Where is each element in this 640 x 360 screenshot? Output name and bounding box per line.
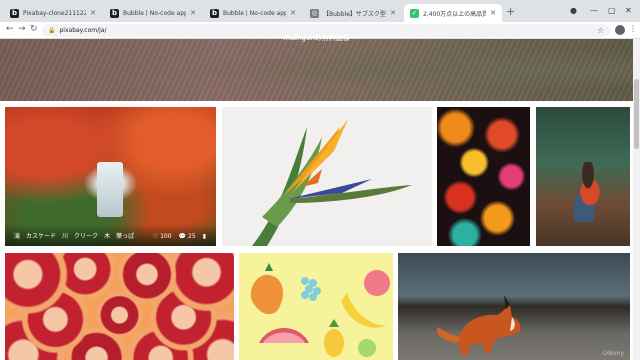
bubble-favicon-icon: b bbox=[110, 8, 119, 18]
tab-title: Pixabay-clone211122 | Bubble Edi bbox=[23, 9, 87, 17]
fruit-illustration bbox=[250, 263, 390, 357]
hero-banner bbox=[0, 39, 633, 101]
image-card-woman-sitting[interactable] bbox=[536, 107, 630, 246]
comment-count: 25 bbox=[188, 233, 196, 240]
person-figure bbox=[568, 162, 608, 222]
close-window-icon[interactable]: ✕ bbox=[625, 6, 632, 15]
heart-icon: ♡ bbox=[152, 233, 159, 240]
tab-strip: b Pixabay-clone211122 | Bubble Edi ✕ b B… bbox=[0, 0, 640, 22]
watermark-text: Udemy bbox=[602, 350, 624, 357]
tag-link[interactable]: クリーク bbox=[74, 231, 98, 240]
profile-menu-icon[interactable]: ● bbox=[570, 6, 577, 15]
image-card-waterfall[interactable]: 滝 カスケード 川 クリーク 木 葉っぱ ♡ 100 💬 25 ▮ bbox=[5, 107, 216, 246]
tab-pixabay-clone[interactable]: b Pixabay-clone211122 | Bubble Edi ✕ bbox=[4, 4, 102, 22]
image-card-pomegranates[interactable] bbox=[5, 253, 234, 360]
tab-bubble-1[interactable]: b Bubble | No-code apps ✕ bbox=[104, 4, 202, 22]
comment-button[interactable]: 💬 25 bbox=[179, 233, 196, 240]
tab-title: 2,400万点以上の高品質なフリー素 bbox=[423, 10, 487, 18]
bubble-favicon-icon: b bbox=[210, 8, 219, 18]
close-tab-icon[interactable]: ✕ bbox=[390, 9, 396, 17]
minimize-icon[interactable]: — bbox=[590, 6, 598, 15]
more-menu-icon[interactable]: ⋮ bbox=[629, 24, 637, 33]
maximize-icon[interactable]: ▢ bbox=[608, 6, 616, 15]
tag-link[interactable]: 川 bbox=[62, 231, 68, 240]
tag-link[interactable]: 葉っぱ bbox=[116, 231, 134, 240]
image-card-fox[interactable]: Udemy bbox=[398, 253, 630, 360]
image-card-fruit-illustration[interactable] bbox=[239, 253, 393, 360]
image-card-bird-of-paradise[interactable] bbox=[222, 107, 432, 246]
plus-icon[interactable]: + bbox=[506, 5, 515, 18]
tag-link[interactable]: 木 bbox=[104, 231, 110, 240]
pixabay-favicon-icon: ✓ bbox=[410, 8, 419, 18]
scrollbar[interactable] bbox=[633, 39, 640, 360]
image-card-lanterns[interactable] bbox=[437, 107, 530, 246]
like-button[interactable]: ♡ 100 bbox=[153, 233, 172, 240]
scrollbar-thumb[interactable] bbox=[634, 79, 639, 149]
tab-pixabay[interactable]: ✓ 2,400万点以上の高品質なフリー素 ✕ bbox=[404, 4, 502, 22]
bubble-favicon-icon: b bbox=[10, 8, 19, 18]
tab-title: Bubble | No-code apps bbox=[223, 9, 287, 17]
page-title: mathgunの無料画像 bbox=[283, 34, 350, 42]
close-tab-icon[interactable]: ✕ bbox=[290, 9, 296, 17]
image-stats: ♡ 100 💬 25 ▮ bbox=[153, 233, 206, 240]
tab-bubble-2[interactable]: b Bubble | No-code apps ✕ bbox=[204, 4, 302, 22]
tab-title: Bubble | No-code apps bbox=[123, 9, 187, 17]
tag-link[interactable]: カスケード bbox=[26, 231, 56, 240]
close-tab-icon[interactable]: ✕ bbox=[90, 9, 96, 17]
bird-of-paradise-illustration bbox=[252, 119, 412, 246]
waterfall-shape bbox=[97, 162, 123, 217]
tag-link[interactable]: 滝 bbox=[14, 231, 20, 240]
like-count: 100 bbox=[160, 233, 172, 240]
close-tab-icon[interactable]: ✕ bbox=[190, 9, 196, 17]
tag-list: 滝 カスケード 川 クリーク 木 葉っぱ bbox=[14, 231, 134, 240]
bookmark-icon[interactable]: ▮ bbox=[203, 233, 206, 240]
close-tab-icon[interactable]: ✕ bbox=[490, 9, 496, 17]
article-favicon-icon: ◎ bbox=[310, 8, 319, 18]
comment-icon: 💬 bbox=[178, 233, 187, 240]
fox-illustration bbox=[436, 295, 521, 355]
tab-title: 【Bubble】サブスク型サービスを開発し bbox=[323, 10, 386, 18]
tab-bubble-subscription[interactable]: ◎ 【Bubble】サブスク型サービスを開発し ✕ bbox=[304, 4, 402, 22]
